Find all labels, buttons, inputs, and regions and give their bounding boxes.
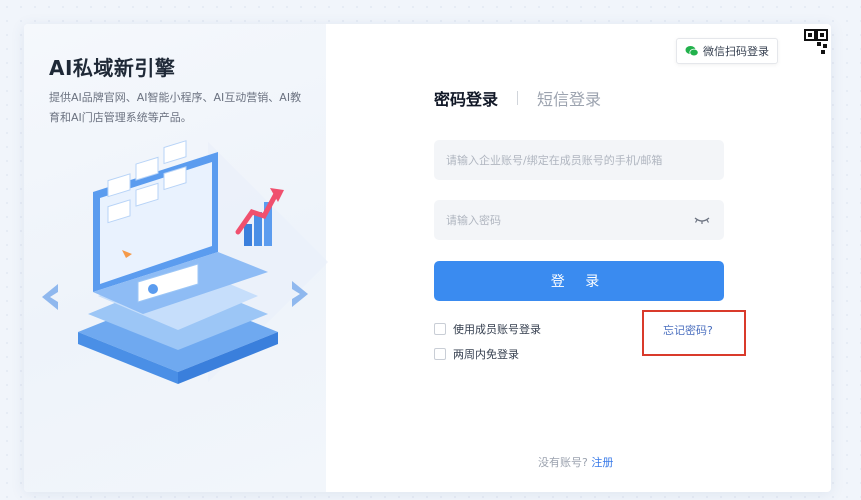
brand-description: 提供AI品牌官网、AI智能小程序、AI互动营销、AI教育和AI门店管理系统等产品… <box>49 91 302 124</box>
remember-checkbox[interactable] <box>434 348 446 360</box>
eye-closed-icon[interactable] <box>694 214 710 226</box>
brand-panel: AI私域新引擎 提供AI品牌官网、AI智能小程序、AI互动营销、AI教育和AI门… <box>24 24 328 492</box>
remember-option[interactable]: 两周内免登录 <box>434 346 519 362</box>
remember-label: 两周内免登录 <box>453 348 519 361</box>
wechat-login-label: 微信扫码登录 <box>703 45 769 58</box>
member-login-option[interactable]: 使用成员账号登录 <box>434 321 541 337</box>
register-link[interactable]: 注册 <box>591 456 613 469</box>
register-row: 没有账号? 注册 <box>538 454 613 470</box>
dashboard-illustration <box>78 140 328 384</box>
login-form-panel: 微信扫码登录 密码登录 短信登录 登 录 使用 <box>326 24 831 492</box>
chevron-left-icon <box>42 284 58 310</box>
no-account-text: 没有账号? <box>538 456 588 469</box>
brand-title: AI私域新引擎 <box>49 56 176 80</box>
wechat-login-button[interactable]: 微信扫码登录 <box>676 38 778 64</box>
account-input[interactable] <box>434 140 724 180</box>
tab-sms-login[interactable]: 短信登录 <box>537 86 601 110</box>
password-input[interactable] <box>434 200 724 240</box>
login-card: AI私域新引擎 提供AI品牌官网、AI智能小程序、AI互动营销、AI教育和AI门… <box>24 24 831 492</box>
wechat-icon <box>685 46 699 57</box>
tab-divider <box>517 91 519 105</box>
tab-password-login[interactable]: 密码登录 <box>434 86 498 110</box>
member-login-checkbox[interactable] <box>434 323 446 335</box>
member-login-label: 使用成员账号登录 <box>453 323 541 336</box>
chevron-right-icon <box>292 281 308 307</box>
login-button[interactable]: 登 录 <box>434 261 724 301</box>
forgot-password-link[interactable]: 忘记密码? <box>663 322 713 338</box>
login-tabs: 密码登录 短信登录 <box>434 86 601 110</box>
qr-code-icon[interactable] <box>791 24 831 64</box>
